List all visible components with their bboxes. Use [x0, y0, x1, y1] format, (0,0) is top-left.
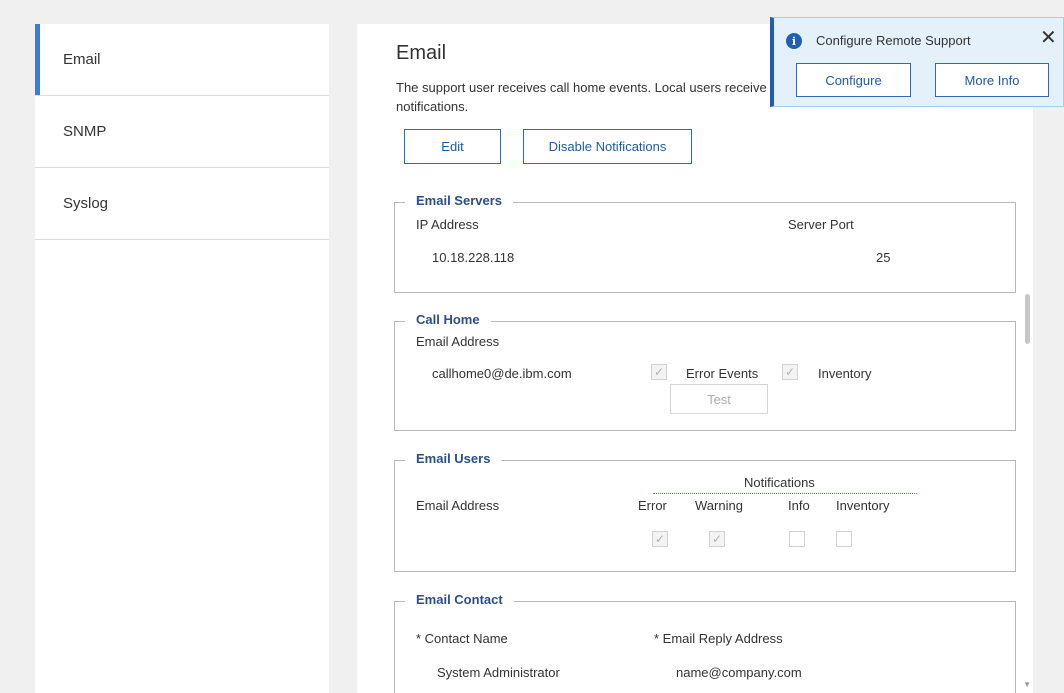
error-column-header: Error — [638, 498, 667, 513]
checkmark-icon: ✓ — [784, 365, 796, 379]
call-home-legend: Call Home — [405, 312, 491, 327]
warning-column-header: Warning — [695, 498, 743, 513]
page-title: Email — [396, 42, 447, 64]
configure-button[interactable]: Configure — [796, 63, 911, 97]
server-port-header: Server Port — [788, 217, 854, 232]
scrollbar[interactable]: ▼ — [1017, 24, 1033, 693]
checkmark-icon: ✓ — [654, 532, 666, 546]
email-contact-legend: Email Contact — [405, 592, 514, 607]
sidebar-item-label: SNMP — [63, 123, 107, 140]
reply-address-label: * Email Reply Address — [654, 631, 783, 646]
contact-name-value[interactable]: System Administrator — [437, 665, 560, 680]
notifications-header: Notifications — [744, 475, 815, 490]
ip-address-header: IP Address — [416, 217, 479, 232]
error-events-checkbox[interactable]: ✓ — [651, 364, 667, 380]
email-servers-legend: Email Servers — [405, 193, 514, 208]
sidebar-item-syslog[interactable]: Syslog — [35, 168, 329, 240]
page-description: The support user receives call home even… — [396, 78, 806, 116]
inventory-checkbox[interactable] — [836, 531, 852, 547]
checkmark-icon: ✓ — [711, 532, 723, 546]
call-home-section: Call Home Email Address callhome0@de.ibm… — [394, 312, 1016, 431]
scroll-down-arrow-icon[interactable]: ▼ — [1023, 680, 1031, 689]
remote-support-notification: i Configure Remote Support ✕ Configure M… — [770, 17, 1064, 107]
checkmark-icon: ✓ — [653, 365, 665, 379]
error-events-label: Error Events — [686, 366, 759, 381]
more-info-button[interactable]: More Info — [935, 63, 1049, 97]
ip-address-value[interactable]: 10.18.228.118 — [432, 250, 514, 265]
sidebar-item-label: Email — [63, 51, 101, 68]
notification-title: Configure Remote Support — [816, 33, 971, 48]
edit-button[interactable]: Edit — [404, 129, 501, 164]
inventory-checkbox[interactable]: ✓ — [782, 364, 798, 380]
sidebar-item-label: Syslog — [63, 195, 109, 212]
call-home-email-header: Email Address — [416, 334, 500, 349]
sidebar-item-email[interactable]: Email — [35, 24, 329, 96]
sidebar: Email SNMP Syslog — [35, 24, 329, 693]
inventory-column-header: Inventory — [836, 498, 890, 513]
email-users-email-header: Email Address — [416, 498, 500, 513]
info-checkbox[interactable] — [789, 531, 805, 547]
info-column-header: Info — [788, 498, 810, 513]
server-port-value[interactable]: 25 — [876, 250, 890, 265]
email-users-section: Email Users Email Address Notifications … — [394, 451, 1016, 572]
email-users-legend: Email Users — [405, 451, 502, 466]
email-contact-section: Email Contact * Contact Name * Email Rep… — [394, 592, 1016, 693]
description-line-1: The support user receives call home even… — [396, 80, 806, 95]
description-line-2: notifications. — [396, 99, 469, 114]
test-button[interactable]: Test — [670, 384, 768, 414]
scrollbar-thumb[interactable] — [1025, 294, 1030, 344]
call-home-email-value[interactable]: callhome0@de.ibm.com — [432, 366, 572, 381]
close-icon[interactable]: ✕ — [1040, 28, 1057, 48]
reply-address-value[interactable]: name@company.com — [676, 665, 802, 680]
email-servers-section: Email Servers IP Address Server Port 10.… — [394, 193, 1016, 293]
info-icon: i — [786, 33, 802, 49]
error-checkbox[interactable]: ✓ — [652, 531, 668, 547]
contact-name-label: * Contact Name — [416, 631, 508, 646]
inventory-label: Inventory — [818, 366, 872, 381]
sidebar-item-snmp[interactable]: SNMP — [35, 96, 329, 168]
notifications-divider — [653, 493, 917, 494]
warning-checkbox[interactable]: ✓ — [709, 531, 725, 547]
main-panel: Email The support user receives call hom… — [357, 24, 1033, 693]
disable-notifications-button[interactable]: Disable Notifications — [523, 129, 692, 164]
